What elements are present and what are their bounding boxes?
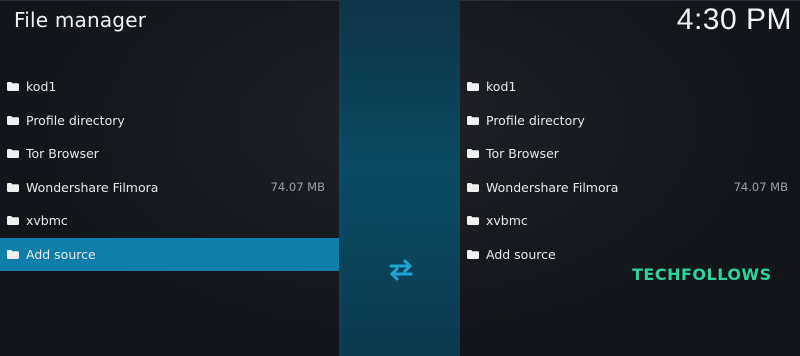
item-label: Profile directory xyxy=(26,112,125,128)
left-item-add-source[interactable]: Add source xyxy=(0,237,339,271)
item-label: Tor Browser xyxy=(486,146,559,162)
folder-icon xyxy=(7,115,19,125)
item-label: Wondershare Filmora xyxy=(26,179,159,195)
item-label: xvbmc xyxy=(26,213,68,229)
left-item-tor-browser[interactable]: Tor Browser xyxy=(0,137,339,171)
left-item-profile-directory[interactable]: Profile directory xyxy=(0,104,339,138)
folder-icon xyxy=(7,182,19,192)
right-item-tor-browser[interactable]: Tor Browser xyxy=(460,137,800,171)
folder-icon xyxy=(467,216,479,226)
folder-icon xyxy=(7,82,19,92)
folder-icon xyxy=(467,115,479,125)
folder-icon xyxy=(7,216,19,226)
techfollows-watermark: TECHFOLLOWS xyxy=(632,263,772,285)
item-size: 74.07 MB xyxy=(733,180,788,195)
folder-icon xyxy=(467,249,479,259)
left-item-kod1[interactable]: kod1 xyxy=(0,70,339,104)
right-item-kod1[interactable]: kod1 xyxy=(460,70,800,104)
watermark-text: TECHFOLLOWS xyxy=(632,265,772,284)
item-label: Wondershare Filmora xyxy=(486,179,619,195)
folder-icon xyxy=(7,149,19,159)
right-item-profile-directory[interactable]: Profile directory xyxy=(460,104,800,138)
folder-icon xyxy=(467,182,479,192)
left-item-wondershare-filmora[interactable]: Wondershare Filmora 74.07 MB xyxy=(0,171,339,205)
item-label: kod1 xyxy=(26,79,57,95)
pane-divider xyxy=(339,0,460,356)
left-pane: kod1 Profile directory Tor Browser Wonde… xyxy=(0,70,339,271)
page-title: File manager xyxy=(14,8,147,32)
left-item-xvbmc[interactable]: xvbmc xyxy=(0,204,339,238)
item-size: 74.07 MB xyxy=(270,180,325,195)
item-label: kod1 xyxy=(486,79,517,95)
item-label: xvbmc xyxy=(486,213,528,229)
item-label: Profile directory xyxy=(486,112,585,128)
item-label: Add source xyxy=(26,246,96,262)
right-item-wondershare-filmora[interactable]: Wondershare Filmora 74.07 MB xyxy=(460,171,800,205)
right-item-xvbmc[interactable]: xvbmc xyxy=(460,204,800,238)
swap-arrows-icon[interactable] xyxy=(386,257,416,283)
item-label: Add source xyxy=(486,246,556,262)
folder-icon xyxy=(467,149,479,159)
item-label: Tor Browser xyxy=(26,146,99,162)
folder-icon xyxy=(7,249,19,259)
clock: 4:30 PM xyxy=(676,3,792,36)
right-pane: kod1 Profile directory Tor Browser Wonde… xyxy=(460,70,800,271)
folder-icon xyxy=(467,82,479,92)
